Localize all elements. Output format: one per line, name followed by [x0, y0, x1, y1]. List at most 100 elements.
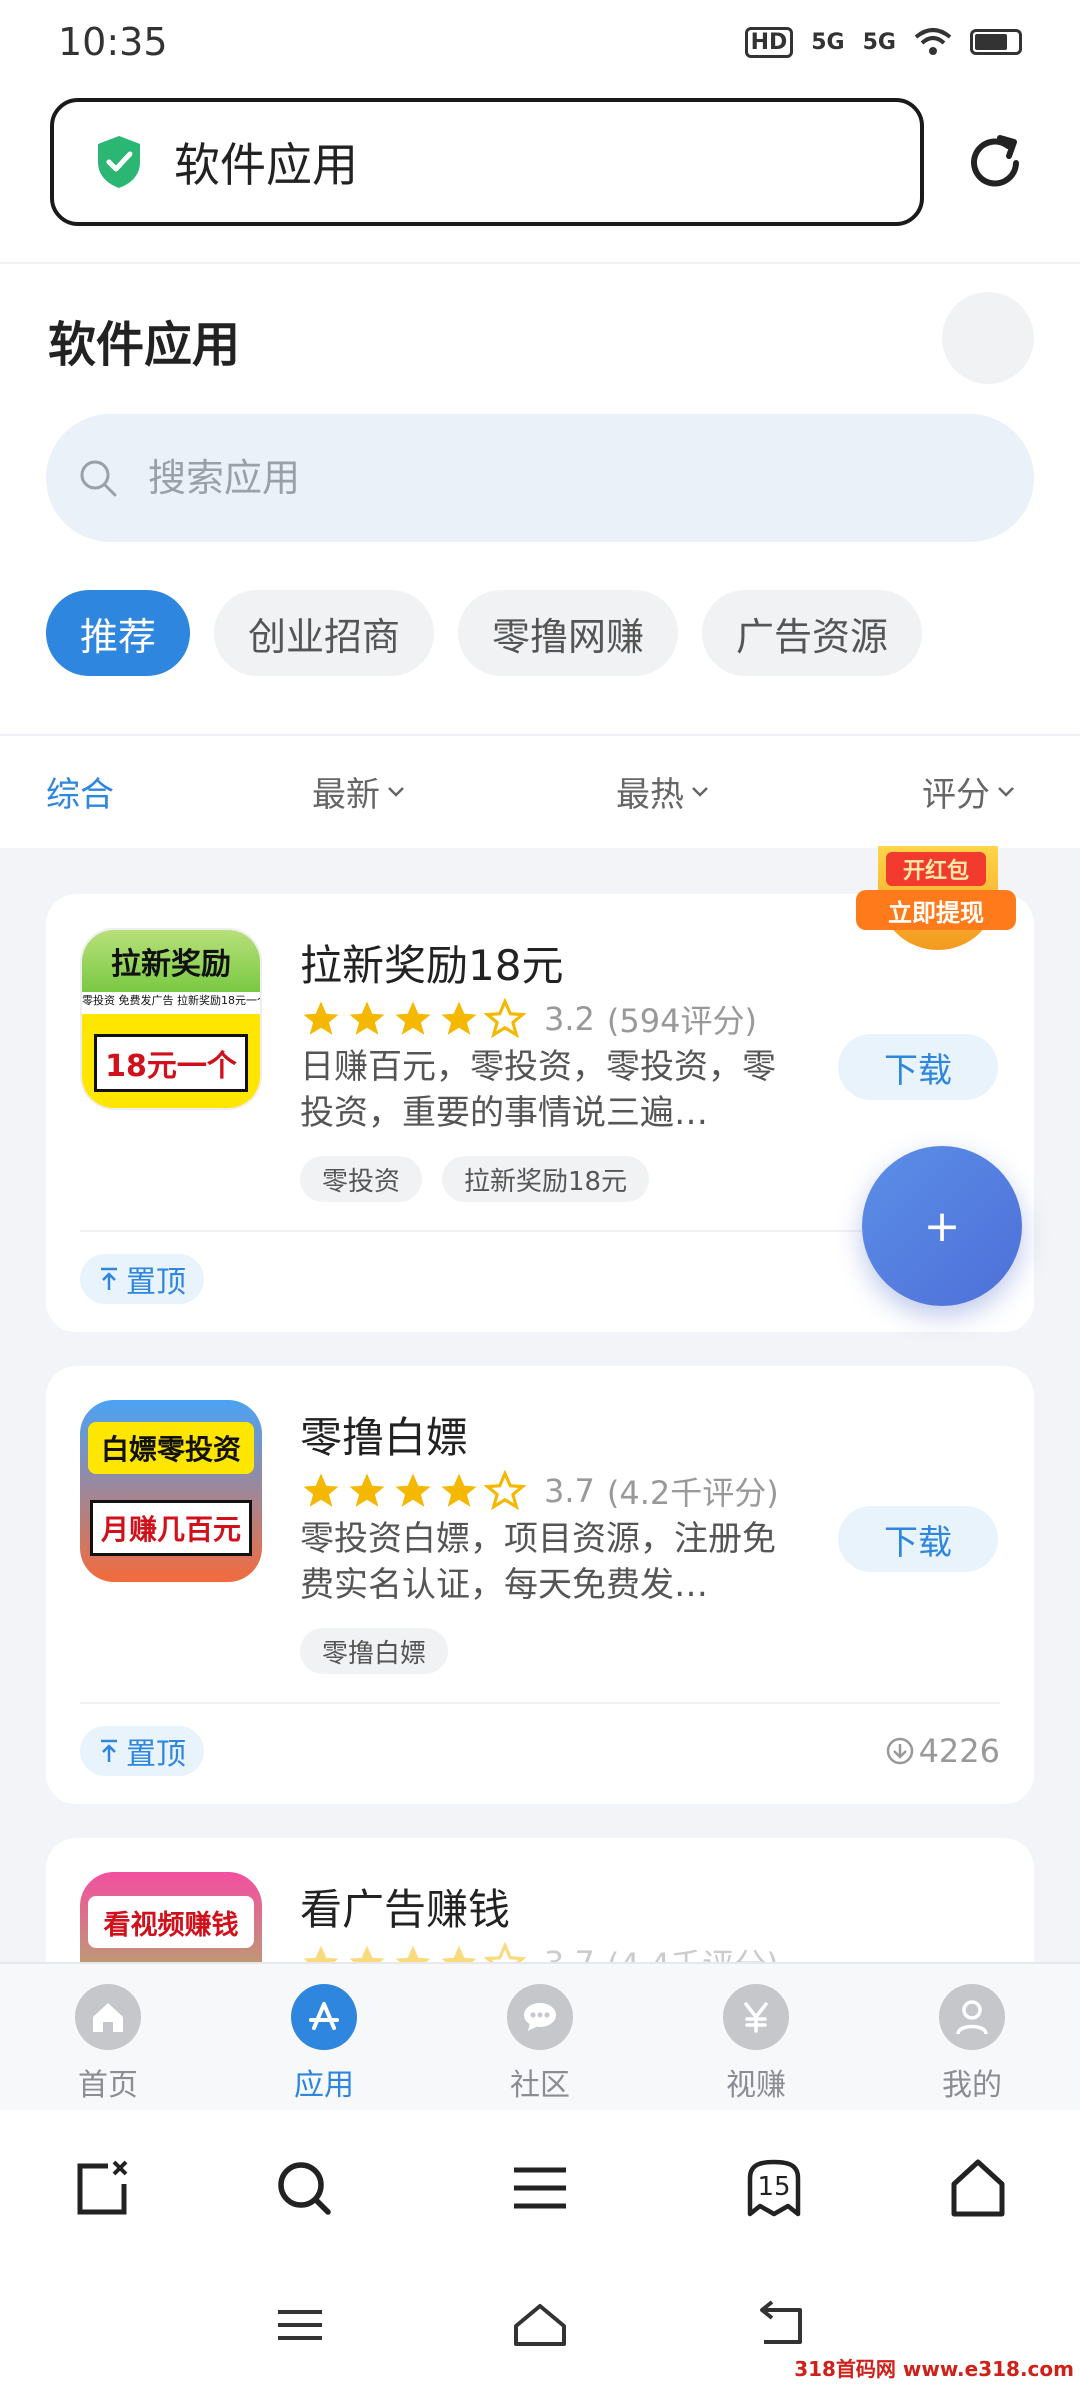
sort-newest[interactable]: 最新 — [312, 767, 406, 816]
sort-hottest[interactable]: 最热 — [616, 767, 710, 816]
app-icon: 白嫖零投资 月赚几百元 — [80, 1400, 262, 1582]
pin-badge: 置顶 — [80, 1726, 204, 1776]
app-rating: 3.2 (594评分) — [300, 996, 757, 1042]
chip-recommend[interactable]: 推荐 — [46, 590, 191, 676]
app-icon-top-text: 拉新奖励 — [82, 930, 260, 992]
chip-business[interactable]: 创业招商 — [214, 590, 435, 676]
star-filled-icon — [349, 1945, 385, 1964]
app-icon: 看视频赚钱 — [80, 1872, 262, 1964]
address-bar-title: 软件应用 — [174, 138, 358, 192]
red-envelope-line1: 开红包 — [886, 852, 986, 886]
home-icon — [75, 1984, 141, 2050]
star-empty-icon — [484, 1470, 526, 1511]
app-icon-bottom-text: 18元一个 — [94, 1034, 248, 1092]
tab-community[interactable]: 社区 — [432, 1964, 648, 2110]
avatar[interactable] — [942, 292, 1034, 384]
pin-label: 置顶 — [126, 1265, 186, 1300]
rating-count: (4.2千评分) — [606, 1474, 779, 1512]
app-tags: 零投资 拉新奖励18元 — [300, 1156, 650, 1202]
category-chips: 推荐 创业招商 零撸网赚 广告资源 — [46, 590, 923, 676]
sort-hottest-label: 最热 — [616, 774, 684, 815]
star-filled-icon — [303, 1945, 339, 1964]
download-circle-icon — [886, 1737, 913, 1765]
app-rating: 3.7 (4.2千评分) — [300, 1468, 779, 1514]
pin-label: 置顶 — [126, 1737, 186, 1772]
appstore-icon — [291, 1984, 357, 2050]
battery-icon — [970, 29, 1022, 55]
arrow-up-icon — [101, 1739, 117, 1762]
rating-value: 3.2 — [544, 1000, 595, 1038]
tab-community-label: 社区 — [510, 2068, 570, 2103]
sort-all[interactable]: 综合 — [46, 767, 114, 816]
wifi-icon — [914, 28, 952, 55]
tab-count: 15 — [757, 2172, 791, 2202]
status-time: 10:35 — [58, 20, 168, 64]
tab-video-earn[interactable]: 视赚 — [648, 1964, 864, 2110]
close-page-icon[interactable] — [70, 2156, 134, 2220]
search-bar[interactable] — [46, 414, 1034, 542]
app-icon-bottom-text: 月赚几百元 — [90, 1500, 252, 1556]
bottom-tab-bar: 首页 应用 社区 视赚 我的 — [0, 1962, 1080, 2110]
star-filled-icon — [441, 1001, 477, 1035]
status-icons: HD 5G 5G — [744, 26, 1022, 58]
status-bar: 10:35 HD 5G 5G — [0, 0, 1080, 84]
sort-bar: 综合 最新 最热 评分 — [0, 734, 1080, 846]
chip-ad-resources[interactable]: 广告资源 — [702, 590, 923, 676]
star-filled-icon — [349, 1001, 385, 1035]
add-fab-button[interactable]: + — [862, 1146, 1022, 1306]
app-name: 拉新奖励18元 — [300, 941, 564, 990]
search-icon — [80, 460, 117, 497]
star-filled-icon — [303, 1001, 339, 1035]
star-empty-icon — [484, 1942, 526, 1964]
sort-rating[interactable]: 评分 — [922, 767, 1016, 816]
chip-zero-earn[interactable]: 零撸网赚 — [458, 590, 679, 676]
tab-home-label: 首页 — [78, 2068, 138, 2103]
home-nav-icon[interactable] — [510, 2300, 570, 2350]
app-rating: 3.7 (4.4千评分) — [300, 1940, 779, 1964]
app-card[interactable]: 看视频赚钱 看广告赚钱 3.7 (4.4千评分) — [46, 1838, 1034, 1964]
address-bar[interactable]: 软件应用 — [50, 98, 924, 226]
search-icon[interactable] — [272, 2156, 336, 2220]
star-filled-icon — [395, 1473, 431, 1507]
tab-profile-label: 我的 — [942, 2068, 1002, 2103]
rating-value: 3.7 — [544, 1944, 595, 1964]
rating-count: (4.4千评分) — [607, 1940, 779, 1964]
download-button[interactable]: 下载 — [838, 1506, 998, 1572]
tab-profile[interactable]: 我的 — [864, 1964, 1080, 2110]
tab-apps[interactable]: 应用 — [216, 1964, 432, 2110]
sort-rating-label: 评分 — [922, 774, 990, 815]
app-icon-top-text: 看视频赚钱 — [88, 1896, 254, 1948]
back-icon[interactable] — [750, 2300, 810, 2350]
recents-icon[interactable] — [270, 2300, 330, 2350]
star-filled-icon — [395, 1945, 431, 1964]
app-icon: 拉新奖励 零投资 免费发广告 拉新奖励18元一个 18元一个 — [80, 928, 262, 1110]
watermark-text: 318首码网 www.e318.com — [794, 2357, 1074, 2381]
rating-count: (594评分) — [606, 1002, 757, 1040]
tag[interactable]: 零投资 — [300, 1156, 423, 1202]
star-filled-icon — [395, 1001, 431, 1035]
browser-toolbar: 15 — [0, 2112, 1080, 2262]
chevron-down-icon — [692, 787, 708, 797]
pin-badge: 置顶 — [80, 1254, 204, 1304]
home-icon[interactable] — [946, 2156, 1010, 2220]
signal-5g-icon-2: 5G — [862, 29, 896, 55]
app-name: 零撸白嫖 — [300, 1413, 469, 1462]
tabs-icon[interactable]: 15 — [742, 2156, 806, 2220]
app-icon-mid-text: 零投资 免费发广告 拉新奖励18元一个 — [82, 992, 260, 1014]
app-description: 零投资白嫖，项目资源，注册免费实名认证，每天免费发… — [300, 1519, 776, 1605]
tag[interactable]: 拉新奖励18元 — [442, 1156, 650, 1202]
tab-apps-label: 应用 — [294, 2068, 354, 2103]
menu-icon[interactable] — [508, 2156, 572, 2220]
red-envelope-badge[interactable]: 开红包 立即提现 — [856, 846, 1016, 950]
search-input[interactable] — [148, 456, 848, 500]
refresh-icon[interactable] — [962, 130, 1028, 196]
tag[interactable]: 零撸白嫖 — [300, 1628, 449, 1674]
app-name: 看广告赚钱 — [300, 1885, 511, 1934]
star-filled-icon — [441, 1945, 477, 1964]
app-card[interactable]: 白嫖零投资 月赚几百元 零撸白嫖 3.7 (4.2千评分) 零投资白嫖，项目资源… — [46, 1366, 1034, 1804]
tab-home[interactable]: 首页 — [0, 1964, 216, 2110]
star-filled-icon — [441, 1473, 477, 1507]
download-count-value: 4226 — [918, 1732, 1000, 1770]
divider — [80, 1702, 1000, 1704]
download-button[interactable]: 下载 — [838, 1034, 998, 1100]
